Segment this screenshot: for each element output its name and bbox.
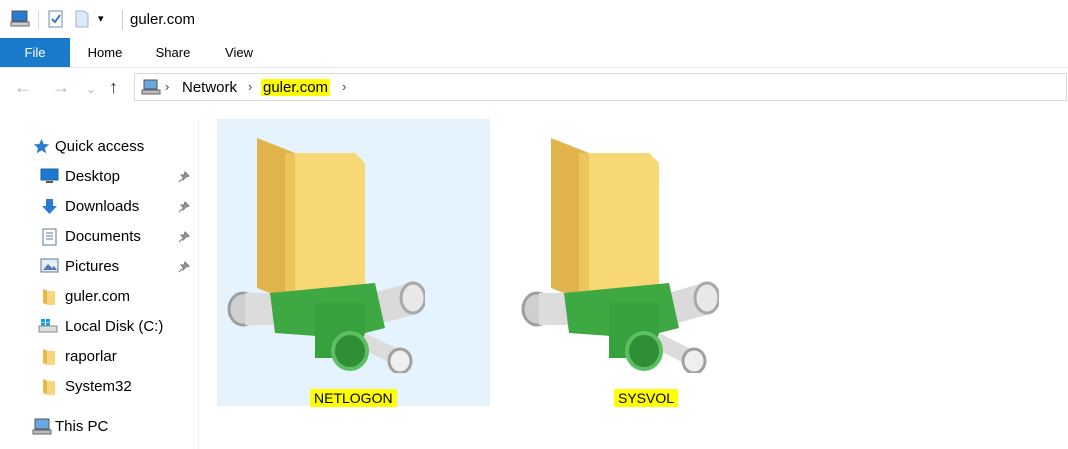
pictures-icon bbox=[40, 258, 59, 279]
share-item-netlogon[interactable]: NETLOGON bbox=[217, 119, 490, 407]
sidebar-item-label: Quick access bbox=[55, 138, 145, 155]
chevron-right-icon[interactable]: › bbox=[342, 79, 346, 94]
share-item-label[interactable]: SYSVOL bbox=[614, 389, 679, 407]
folder-icon bbox=[42, 378, 56, 401]
tab-share[interactable]: Share bbox=[148, 38, 198, 67]
pin-icon[interactable] bbox=[178, 260, 190, 278]
sidebar-item-downloads[interactable]: Downloads bbox=[0, 192, 198, 222]
sidebar-item-system32[interactable]: System32 bbox=[0, 372, 198, 402]
sidebar-item-label: Documents bbox=[65, 228, 141, 245]
properties-icon[interactable] bbox=[48, 10, 64, 33]
sidebar-item-label: System32 bbox=[65, 378, 132, 395]
recent-locations-icon[interactable]: ⌄ bbox=[86, 80, 96, 98]
content-pane: NETLOGON SYSVOL bbox=[199, 106, 1068, 449]
customize-toolbar-icon[interactable]: ▾ bbox=[98, 12, 104, 25]
sidebar-item-raporlar[interactable]: raporlar bbox=[0, 342, 198, 372]
chevron-right-icon[interactable]: › bbox=[165, 79, 169, 94]
sidebar-item-documents[interactable]: Documents bbox=[0, 222, 198, 252]
title-bar: ▾ guler.com bbox=[0, 0, 1068, 38]
folder-icon bbox=[42, 288, 56, 311]
sidebar-item-label: Pictures bbox=[65, 258, 120, 275]
sidebar-item-this-pc[interactable]: This PC bbox=[0, 412, 198, 442]
sidebar-item-guler-com[interactable]: guler.com bbox=[0, 282, 198, 312]
network-share-folder-icon bbox=[519, 133, 721, 378]
address-bar[interactable]: › Network › guler.com › bbox=[134, 73, 1067, 101]
disk-icon bbox=[38, 318, 58, 339]
pin-icon[interactable] bbox=[178, 200, 190, 218]
pin-icon[interactable] bbox=[178, 230, 190, 248]
folder-icon bbox=[42, 348, 56, 371]
tab-file[interactable]: File bbox=[0, 38, 70, 67]
tab-view[interactable]: View bbox=[214, 38, 264, 67]
sidebar-item-desktop[interactable]: Desktop bbox=[0, 162, 198, 192]
tab-home[interactable]: Home bbox=[78, 38, 132, 67]
sidebar-item-label: Downloads bbox=[65, 198, 140, 215]
sidebar-item-label: This PC bbox=[55, 418, 109, 435]
share-item-label[interactable]: NETLOGON bbox=[310, 389, 397, 407]
new-folder-icon[interactable] bbox=[75, 10, 89, 33]
computer-icon[interactable] bbox=[10, 10, 30, 33]
ribbon: File Home Share View bbox=[0, 38, 1068, 68]
back-arrow-icon[interactable]: ← bbox=[14, 78, 32, 96]
share-item-sysvol[interactable]: SYSVOL bbox=[511, 119, 784, 407]
up-arrow-icon[interactable]: ↑ bbox=[109, 78, 118, 96]
desktop-icon bbox=[40, 168, 59, 189]
sidebar-item-label: raporlar bbox=[65, 348, 117, 365]
pin-icon[interactable] bbox=[178, 170, 190, 188]
forward-arrow-icon[interactable]: → bbox=[52, 78, 70, 96]
documents-icon bbox=[42, 228, 57, 251]
breadcrumb-guler[interactable]: guler.com bbox=[261, 79, 331, 96]
network-share-folder-icon bbox=[225, 133, 427, 378]
network-icon bbox=[141, 79, 161, 100]
download-icon bbox=[41, 198, 58, 220]
navigation-pane: Quick access Desktop Downloads Documents… bbox=[0, 120, 199, 449]
window-title: guler.com bbox=[130, 11, 196, 28]
breadcrumb-network[interactable]: Network bbox=[182, 79, 237, 96]
computer-icon bbox=[32, 418, 52, 440]
sidebar-item-local-disk[interactable]: Local Disk (C:) bbox=[0, 312, 198, 342]
sidebar-item-label: Local Disk (C:) bbox=[65, 318, 164, 335]
sidebar-item-label: guler.com bbox=[65, 288, 131, 305]
sidebar-item-label: Desktop bbox=[65, 168, 121, 185]
chevron-right-icon[interactable]: › bbox=[248, 79, 252, 94]
sidebar-item-quick-access[interactable]: Quick access bbox=[0, 132, 198, 162]
sidebar-item-pictures[interactable]: Pictures bbox=[0, 252, 198, 282]
star-icon bbox=[33, 138, 50, 160]
